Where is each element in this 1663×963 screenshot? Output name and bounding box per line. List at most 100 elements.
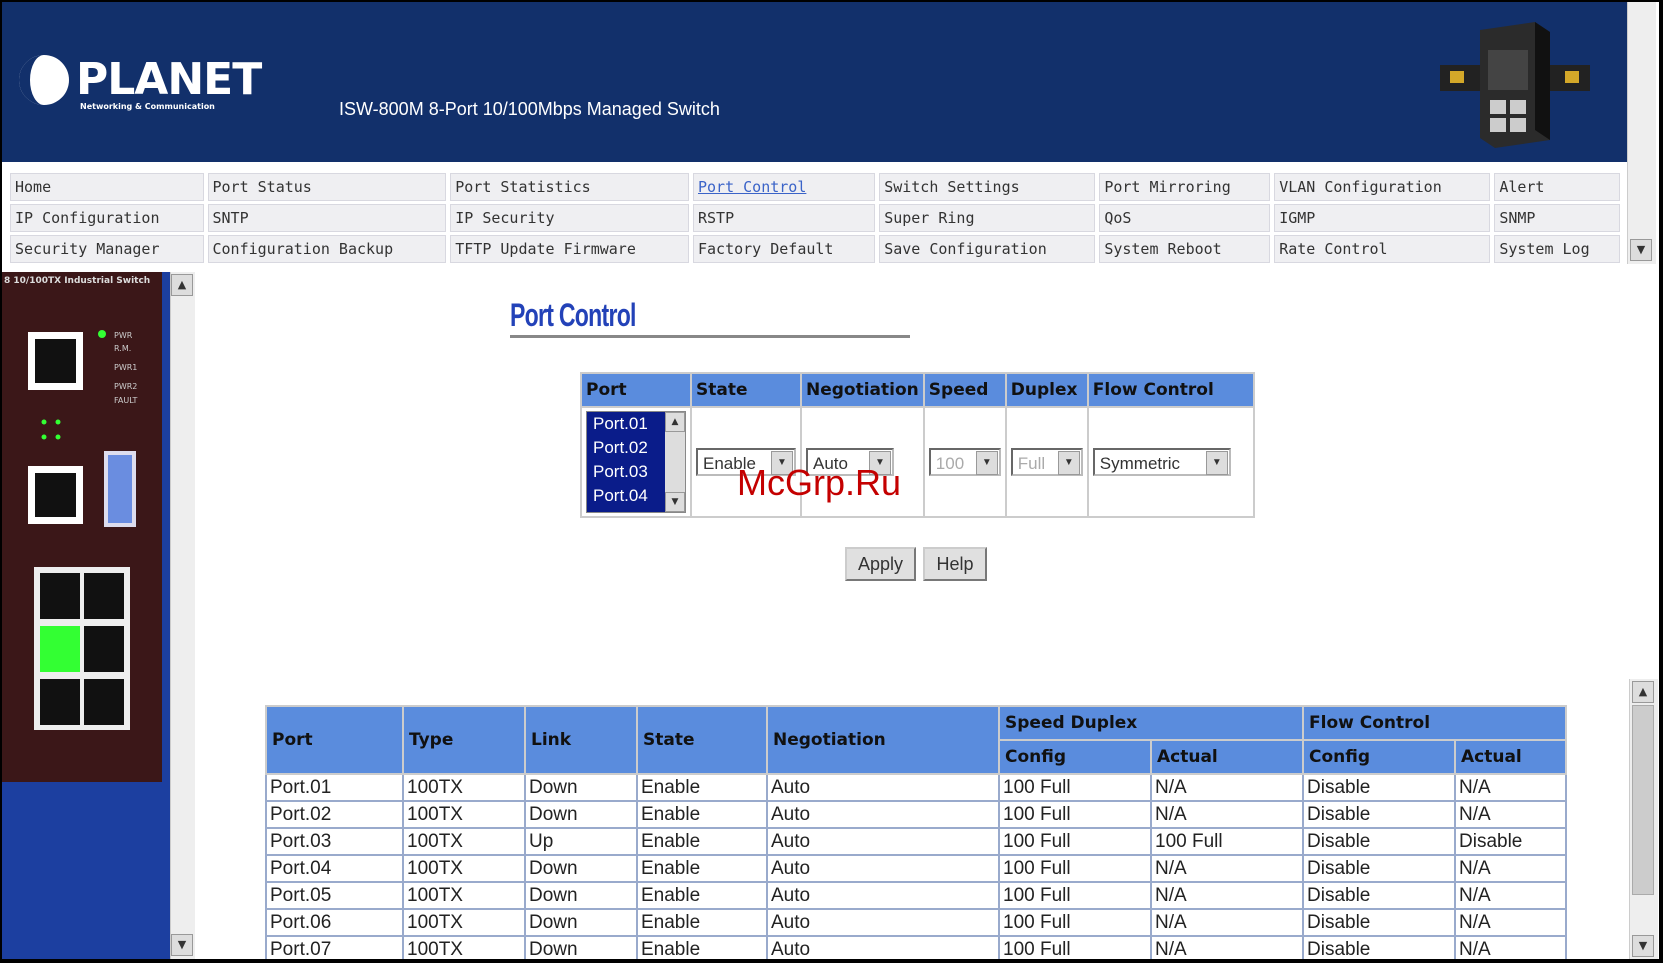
nav-item-label: Security Manager <box>15 240 160 258</box>
nav-item-igmp[interactable]: IGMP <box>1274 204 1491 232</box>
nav-item-port-statistics[interactable]: Port Statistics <box>450 173 689 201</box>
nav-item-label: SNTP <box>212 209 249 227</box>
nav-item-label: Port Status <box>212 178 312 196</box>
nav-item-label: Alert <box>1499 178 1545 196</box>
scroll-down-icon[interactable]: ▼ <box>1630 239 1652 261</box>
nav-item-port-control[interactable]: Port Control <box>693 173 876 201</box>
nav-item-vlan-configuration[interactable]: VLAN Configuration <box>1274 173 1491 201</box>
planet-logo: PLANET Networking & Communication <box>16 50 262 120</box>
main-navigation: Home Port Status Port Statistics Port Contr… <box>6 170 1624 263</box>
scroll-up-icon[interactable]: ▲ <box>171 274 193 296</box>
cell-state: Enable <box>636 854 768 883</box>
cell-negotiation: Auto <box>766 773 1000 802</box>
nav-item-port-mirroring[interactable]: Port Mirroring <box>1099 173 1271 201</box>
cell-speed-actual: N/A <box>1150 935 1304 959</box>
cell-type: 100TX <box>402 908 526 937</box>
col-state: State <box>636 705 768 775</box>
table-row: Port.07 100TX Down Enable Auto 100 Full N/A Dis… <box>265 935 1567 959</box>
col-speed-actual: Actual <box>1150 739 1304 775</box>
cell-flow-config: Disable <box>1302 773 1456 802</box>
col-speed-config: Config <box>998 739 1152 775</box>
page-title: Port Control <box>510 297 636 333</box>
nav-row: Security Manager Configuration Backup TFTP… <box>10 235 1620 263</box>
nav-item-security-manager[interactable]: Security Manager <box>10 235 204 263</box>
chevron-down-icon[interactable]: ▼ <box>975 451 998 475</box>
nav-item-system-reboot[interactable]: System Reboot <box>1099 235 1271 263</box>
col-flow-config: Config <box>1302 739 1456 775</box>
cell-speed-actual: N/A <box>1150 881 1304 910</box>
nav-item-port-status[interactable]: Port Status <box>207 173 447 201</box>
nav-item-ip-configuration[interactable]: IP Configuration <box>10 204 204 232</box>
scroll-down-icon[interactable]: ▼ <box>1632 935 1654 957</box>
cell-state: Enable <box>636 773 768 802</box>
scroll-up-icon[interactable]: ▲ <box>665 412 685 432</box>
nav-item-switch-settings[interactable]: Switch Settings <box>879 173 1096 201</box>
nav-item-tftp-update-firmware[interactable]: TFTP Update Firmware <box>450 235 689 263</box>
nav-item-label: Super Ring <box>884 209 975 227</box>
port-status-table: Port Type Link State Negotiation Speed D… <box>265 705 1567 959</box>
duplex-select[interactable]: Full ▼ <box>1010 448 1083 476</box>
left-device-panel: 8 10/100TX Industrial Switch PWR R.M. PW… <box>2 272 170 959</box>
cell-type: 100TX <box>402 935 526 959</box>
device-photo <box>1440 22 1590 148</box>
nav-item-home[interactable]: Home <box>10 173 204 201</box>
nav-item-rstp[interactable]: RSTP <box>693 204 876 232</box>
left-frame-scrollbar[interactable]: ▲ ▼ <box>170 272 195 959</box>
cell-speed-actual: 100 Full <box>1150 827 1304 856</box>
cell-link: Down <box>524 935 638 959</box>
browser-frame: PLANET Networking & Communication ISW-80… <box>2 2 1659 959</box>
product-title: ISW-800M 8-Port 10/100Mbps Managed Switc… <box>339 99 720 119</box>
cell-negotiation: Auto <box>766 827 1000 856</box>
nav-item-label: IP Security <box>455 209 555 227</box>
cell-state: Enable <box>636 800 768 829</box>
scroll-up-icon[interactable]: ▲ <box>1632 681 1654 703</box>
chevron-down-icon[interactable]: ▼ <box>1057 451 1080 475</box>
nav-item-label: RSTP <box>698 209 735 227</box>
nav-item-snmp[interactable]: SNMP <box>1494 204 1620 232</box>
cell-link: Down <box>524 854 638 883</box>
cell-negotiation: Auto <box>766 881 1000 910</box>
cell-flow-config: Disable <box>1302 800 1456 829</box>
table-row: Port.02 100TX Down Enable Auto 100 Full N/A Dis… <box>265 800 1567 829</box>
switch-front-panel: 8 10/100TX Industrial Switch PWR R.M. PW… <box>2 272 162 782</box>
nav-item-label: System Log <box>1499 240 1590 258</box>
nav-item-sntp[interactable]: SNTP <box>207 204 447 232</box>
nav-item-super-ring[interactable]: Super Ring <box>879 204 1096 232</box>
port-list-scrollbar[interactable]: ▲ ▼ <box>665 412 685 512</box>
nav-item-rate-control[interactable]: Rate Control <box>1274 235 1491 263</box>
scroll-down-icon[interactable]: ▼ <box>665 492 685 512</box>
ctrl-col-duplex: Duplex <box>1004 372 1089 408</box>
nav-item-alert[interactable]: Alert <box>1494 173 1620 201</box>
cell-flow-config: Disable <box>1302 854 1456 883</box>
nav-item-configuration-backup[interactable]: Configuration Backup <box>207 235 447 263</box>
speed-select[interactable]: 100 ▼ <box>928 448 1001 476</box>
cell-link: Down <box>524 881 638 910</box>
chevron-down-icon[interactable]: ▼ <box>1205 451 1228 475</box>
nav-frame-scrollbar[interactable]: ▼ <box>1627 2 1656 264</box>
nav-item-system-log[interactable]: System Log <box>1494 235 1620 263</box>
svg-text:PWR2: PWR2 <box>114 382 137 391</box>
cell-speed-config: 100 Full <box>998 800 1152 829</box>
ctrl-col-speed: Speed <box>922 372 1007 408</box>
main-frame-scrollbar[interactable]: ▲ ▼ <box>1629 679 1658 959</box>
nav-item-ip-security[interactable]: IP Security <box>450 204 689 232</box>
svg-text:PWR: PWR <box>114 331 133 340</box>
flow-control-select[interactable]: Symmetric ▼ <box>1092 448 1231 476</box>
help-button[interactable]: Help <box>923 547 987 581</box>
scroll-thumb[interactable] <box>1632 705 1654 895</box>
header-banner: PLANET Networking & Communication ISW-80… <box>2 2 1627 162</box>
scroll-down-icon[interactable]: ▼ <box>171 934 193 956</box>
svg-text:R.M.: R.M. <box>114 344 131 353</box>
nav-item-factory-default[interactable]: Factory Default <box>693 235 876 263</box>
cell-link: Down <box>524 800 638 829</box>
apply-button[interactable]: Apply <box>845 547 916 581</box>
cell-speed-actual: N/A <box>1150 908 1304 937</box>
port-select-list[interactable]: Port.01 Port.02 Port.03 Port.04 ▲ ▼ <box>586 411 686 513</box>
cell-type: 100TX <box>402 800 526 829</box>
cell-port: Port.02 <box>265 800 404 829</box>
nav-item-save-configuration[interactable]: Save Configuration <box>879 235 1096 263</box>
nav-item-qos[interactable]: QoS <box>1099 204 1271 232</box>
col-type: Type <box>402 705 526 775</box>
switch-panel-graphic: PWR R.M. PWR1 PWR2 FAULT <box>28 330 138 730</box>
nav-item-label: IP Configuration <box>15 209 160 227</box>
